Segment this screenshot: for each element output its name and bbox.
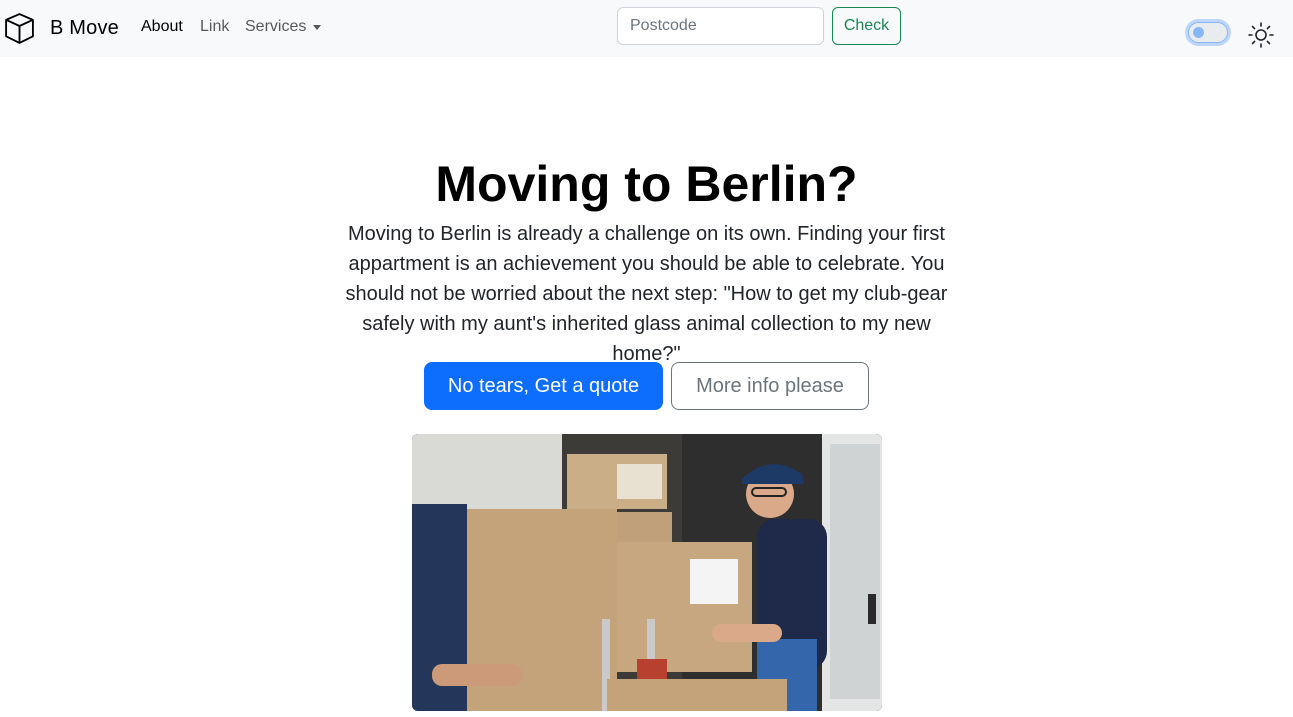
movers-photo <box>412 434 882 711</box>
postcode-input[interactable] <box>617 7 824 45</box>
toggle-knob <box>1193 27 1204 38</box>
box-icon <box>5 12 34 44</box>
movers-illustration <box>412 434 882 711</box>
get-quote-button[interactable]: No tears, Get a quote <box>424 362 663 410</box>
nav-link[interactable]: Link <box>200 17 229 37</box>
nav-about[interactable]: About <box>141 17 183 37</box>
theme-toggle[interactable] <box>1188 22 1228 43</box>
sun-icon[interactable] <box>1247 21 1275 49</box>
hero-text: Moving to Berlin is already a challenge … <box>345 223 948 365</box>
nav-services-dropdown[interactable]: Services <box>245 17 322 37</box>
check-button[interactable]: Check <box>832 7 901 45</box>
nav-services-label: Services <box>245 18 307 35</box>
navbar: B Move About Link Services Check <box>0 0 1293 57</box>
brand-link[interactable]: B Move <box>3 10 119 46</box>
chevron-down-icon <box>313 24 322 30</box>
more-info-button[interactable]: More info please <box>671 362 869 410</box>
hero-title: Moving to Berlin? <box>435 156 858 212</box>
brand-name: B Move <box>50 16 120 39</box>
